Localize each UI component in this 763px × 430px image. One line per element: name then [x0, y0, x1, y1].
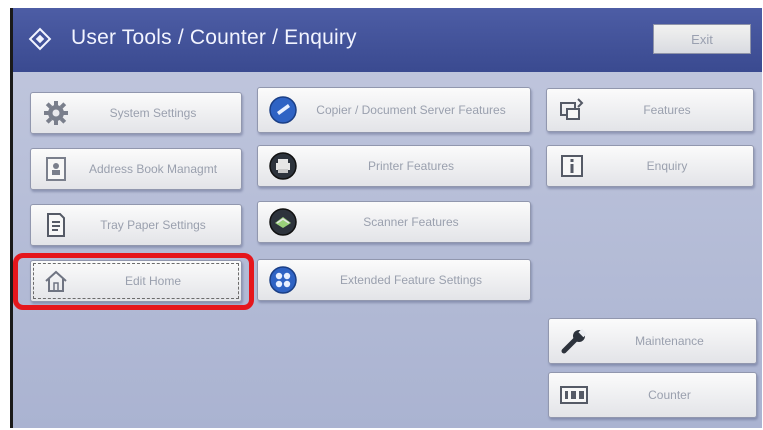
counter-label: Counter [648, 388, 691, 402]
enquiry-button[interactable]: Enquiry [546, 145, 754, 187]
copier-document-server-button[interactable]: Copier / Document Server Features [257, 87, 531, 133]
gear-icon [39, 96, 73, 130]
printer-features-button[interactable]: Printer Features [257, 145, 531, 187]
user-tools-screen: User Tools / Counter / Enquiry Exit Syst… [10, 8, 762, 428]
scanner-features-label: Scanner Features [363, 215, 459, 229]
info-icon [555, 149, 589, 183]
tray-paper-settings-label: Tray Paper Settings [100, 218, 206, 232]
maintenance-label: Maintenance [635, 334, 704, 348]
scanner-icon [266, 205, 300, 239]
features-icon [555, 93, 589, 127]
extended-feature-settings-button[interactable]: Extended Feature Settings [257, 259, 531, 301]
tray-paper-icon [39, 208, 73, 242]
maintenance-button[interactable]: Maintenance [548, 318, 757, 364]
extended-feature-settings-label: Extended Feature Settings [339, 273, 483, 287]
features-button[interactable]: Features [546, 88, 754, 132]
user-tools-icon [28, 27, 52, 51]
address-book-icon [39, 152, 73, 186]
system-settings-button[interactable]: System Settings [30, 92, 242, 134]
features-label: Features [643, 103, 691, 117]
counter-button[interactable]: Counter [548, 372, 757, 418]
exit-button[interactable]: Exit [653, 24, 751, 54]
address-book-label: Address Book Managmt [88, 162, 218, 176]
address-book-button[interactable]: Address Book Managmt [30, 148, 242, 190]
counter-icon [557, 378, 591, 412]
title-bar: User Tools / Counter / Enquiry Exit [13, 8, 762, 72]
enquiry-label: Enquiry [646, 159, 688, 173]
printer-icon [266, 149, 300, 183]
page-title: User Tools / Counter / Enquiry [71, 26, 357, 49]
printer-features-label: Printer Features [367, 159, 455, 173]
copier-icon [266, 93, 300, 127]
edit-home-highlight-outline [13, 253, 254, 310]
extended-feature-icon [266, 263, 300, 297]
wrench-icon [557, 324, 591, 358]
scanner-features-button[interactable]: Scanner Features [257, 201, 531, 243]
copier-document-server-label: Copier / Document Server Features [316, 103, 506, 117]
tray-paper-settings-button[interactable]: Tray Paper Settings [30, 204, 242, 246]
system-settings-label: System Settings [109, 106, 197, 120]
